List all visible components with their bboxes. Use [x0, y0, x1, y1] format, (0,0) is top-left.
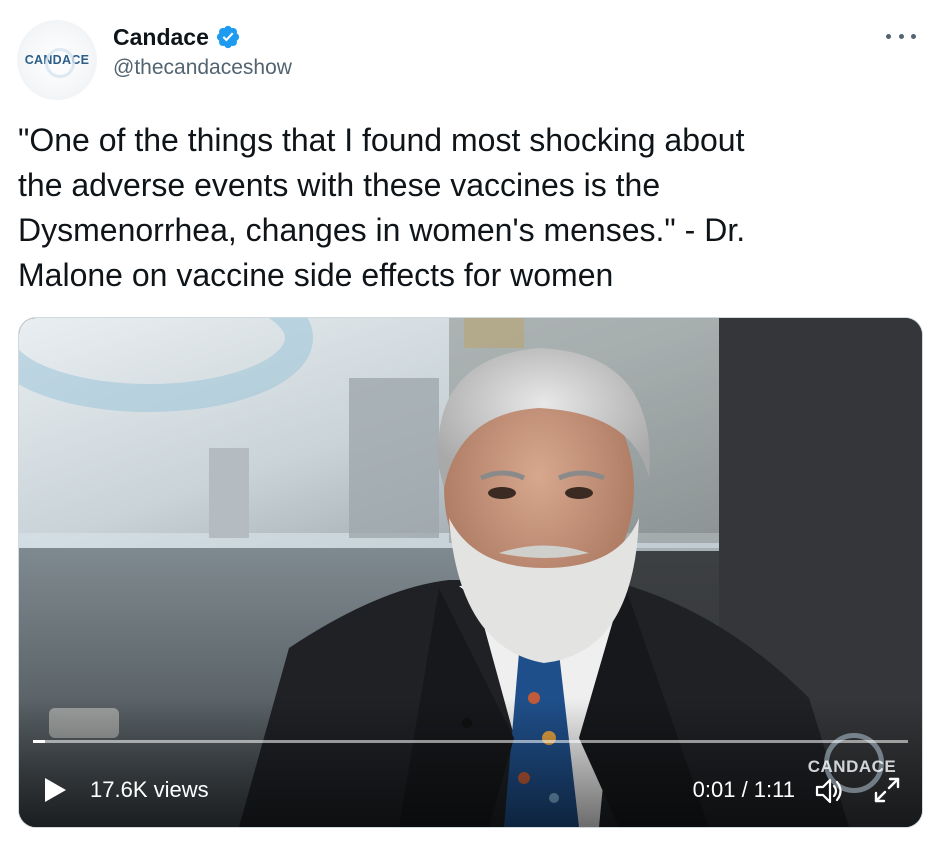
- fullscreen-icon[interactable]: [870, 773, 904, 807]
- video-controls: 17.6K views 0:01 / 1:11: [19, 747, 922, 827]
- video-player[interactable]: CANDACE 17.6K views 0:01 / 1:11: [18, 317, 923, 828]
- play-icon[interactable]: [39, 775, 69, 805]
- author-display-name[interactable]: Candace: [113, 24, 209, 51]
- more-icon[interactable]: [886, 26, 916, 46]
- avatar-logo-ring: [45, 48, 75, 78]
- volume-icon[interactable]: [812, 774, 846, 808]
- avatar[interactable]: CANDACE: [17, 20, 97, 100]
- author-info: Candace @thecandaceshow: [113, 22, 292, 80]
- author-handle[interactable]: @thecandaceshow: [113, 56, 292, 80]
- video-progress-fill: [33, 740, 46, 743]
- video-time: 0:01 / 1:11: [692, 777, 795, 802]
- tweet-text: "One of the things that I found most sho…: [18, 122, 746, 293]
- verified-badge-icon: [215, 24, 241, 50]
- view-count: 17.6K views: [90, 777, 209, 802]
- video-progress-bar[interactable]: [33, 740, 908, 743]
